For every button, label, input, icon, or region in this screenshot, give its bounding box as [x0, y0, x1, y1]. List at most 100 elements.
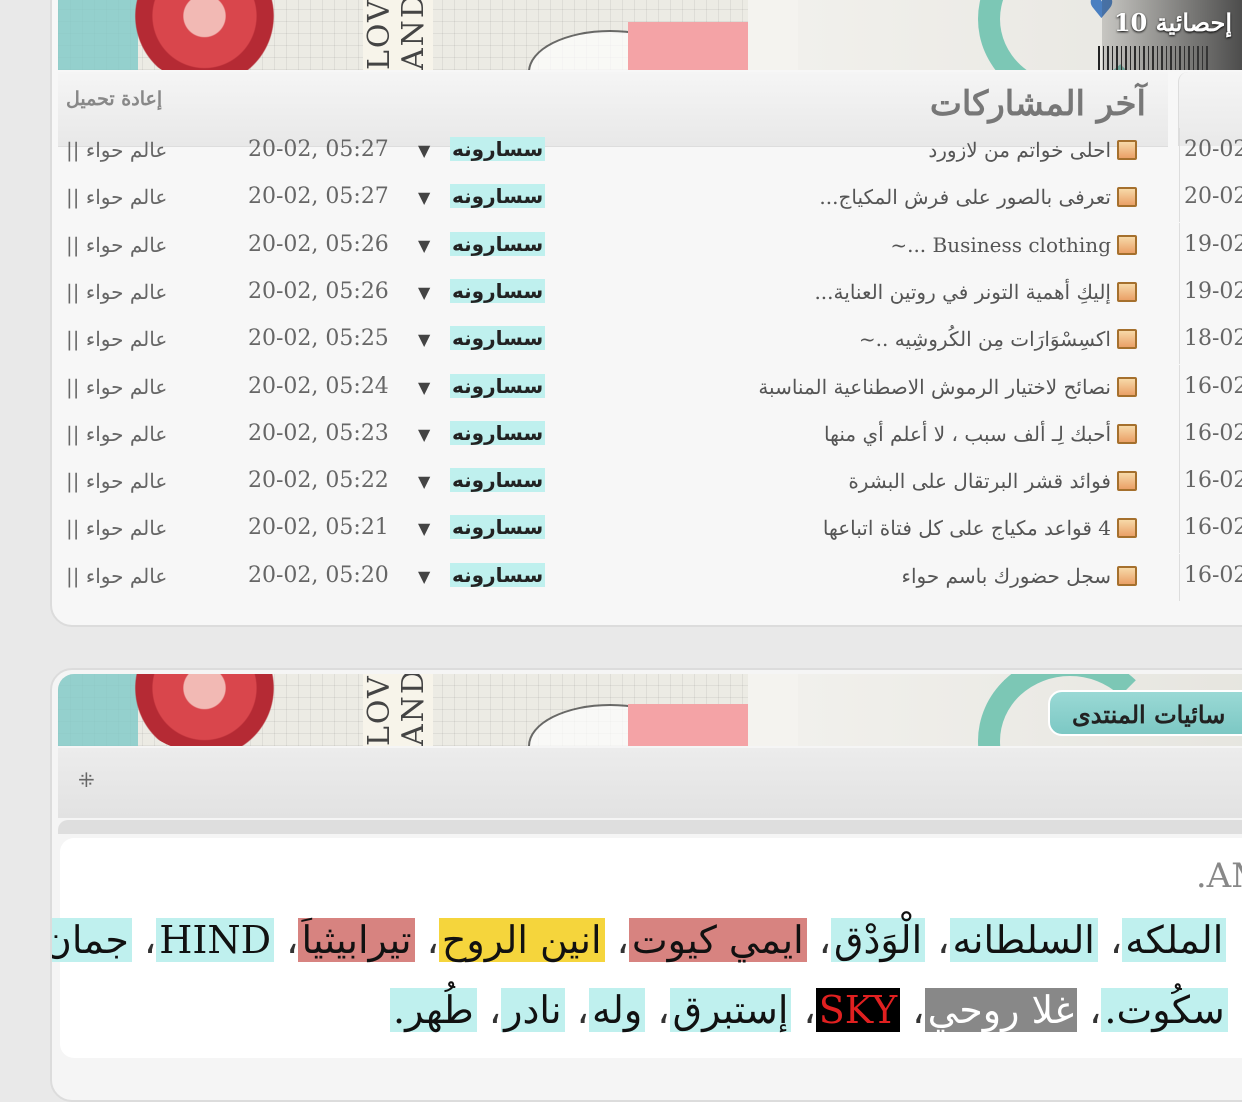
name-separator: ، — [1097, 918, 1123, 962]
stats-banner: LOVE AND سائيات المنتدى — [58, 674, 1242, 746]
forum-link[interactable]: || عالم حواء — [66, 317, 167, 361]
table-row: 19-02 إليكِ أهمية التونر في روتين العناية… — [52, 269, 1242, 317]
topic-title[interactable]: فوائد قشر البرتقال على البشرة — [848, 459, 1111, 503]
stats-divider — [58, 820, 1242, 834]
user-menu-arrow-icon[interactable]: ▼ — [418, 467, 430, 497]
topic-title[interactable]: احلى خواتم من لازورد — [928, 128, 1111, 172]
topic-link[interactable]: إليكِ أهمية التونر في روتين العناية... — [814, 270, 1137, 314]
topic-link[interactable]: احلى خواتم من لازورد — [928, 128, 1137, 172]
online-user-name[interactable]: طُهر. — [390, 988, 477, 1032]
name-separator: ، — [925, 918, 950, 962]
topic-link[interactable]: سجل حضورك باسم حواء — [902, 554, 1137, 598]
topic-title[interactable]: إليكِ أهمية التونر في روتين العناية... — [814, 270, 1111, 314]
username-link[interactable]: سسارونه — [450, 278, 546, 303]
online-user-name[interactable]: الملكه — [1122, 918, 1227, 962]
topic-icon — [1117, 376, 1137, 397]
username-link[interactable]: سسارونه — [450, 326, 546, 351]
online-user-name[interactable]: نادر — [501, 988, 565, 1032]
topic-link[interactable]: 4 قواعد مكياج على كل فتاة اتباعها — [823, 506, 1137, 550]
username-link[interactable]: سسارونه — [450, 184, 546, 209]
topic-link[interactable]: تعرفى بالصور على فرش المكياج... — [819, 175, 1137, 219]
post-date: 20-02 — [1179, 128, 1242, 175]
love-text-image: LOVE AND — [362, 674, 433, 746]
table-row: 19-02 Business clothing ...~ سسارونه ▼ 20-02… — [52, 222, 1242, 270]
post-date: 16-02 — [1179, 364, 1242, 412]
online-user-name[interactable]: إستبرق — [669, 988, 792, 1032]
page-title: آخر المشاركات — [929, 84, 1146, 124]
username-link[interactable]: سسارونه — [450, 515, 546, 540]
stats-count-label[interactable]: 10 إحصائية — [1114, 8, 1232, 37]
reload-button[interactable]: إعادة تحميل — [66, 88, 162, 110]
username-link[interactable]: سسارونه — [450, 420, 546, 445]
online-users-line-2: يدة، سكُوت.، غلا روحي، SKY، إستبرق، وله،… — [390, 988, 1242, 1032]
topic-icon — [1117, 423, 1137, 444]
online-user-name[interactable]: جمان — [52, 918, 132, 962]
topic-link[interactable]: Business clothing ...~ — [890, 223, 1137, 267]
post-date: 16-02 — [1179, 553, 1242, 601]
online-user-name[interactable]: انين الروح — [438, 918, 605, 962]
forum-link[interactable]: || عالم حواء — [66, 128, 167, 172]
forum-link[interactable]: || عالم حواء — [66, 412, 167, 456]
online-user-name[interactable]: وله — [588, 988, 646, 1032]
online-user-name[interactable]: تيرابيثياَ — [298, 918, 415, 962]
banner-teal-patch — [58, 0, 138, 70]
username-link[interactable]: سسارونه — [450, 373, 546, 398]
username-link[interactable]: سسارونه — [450, 468, 546, 493]
topic-icon — [1117, 187, 1137, 208]
user-menu-arrow-icon[interactable]: ▼ — [418, 420, 430, 450]
username-link[interactable]: سسارونه — [450, 231, 546, 256]
post-time: 20-02, 05:26 — [248, 231, 389, 257]
online-user-name[interactable]: HIND — [156, 918, 275, 962]
topic-title[interactable]: أحبك لِـ ألف سبب ، لا أعلم أي منها — [824, 412, 1111, 456]
grid-icon[interactable]: ⁜ — [78, 768, 95, 792]
am-label: .AM — [1195, 856, 1242, 896]
user-menu-arrow-icon[interactable]: ▼ — [418, 183, 430, 213]
online-user-name[interactable]: SKY — [815, 988, 901, 1032]
table-row: 16-02 4 قواعد مكياج على كل فتاة اتباعها سس… — [52, 506, 1242, 554]
username-link[interactable]: سسارونه — [450, 562, 546, 587]
topic-icon — [1117, 234, 1137, 255]
topic-link[interactable]: اكسِسْوَارَات مِن الكُروشِيه ..~ — [859, 317, 1137, 361]
online-user-name[interactable]: ايمي كيوت — [628, 918, 807, 962]
table-row: 20-02 احلى خواتم من لازورد سسارونه ▼ 20-02, … — [52, 128, 1242, 175]
forum-link[interactable]: || عالم حواء — [66, 223, 167, 267]
user-menu-arrow-icon[interactable]: ▼ — [418, 373, 430, 403]
post-date: 19-02 — [1179, 222, 1242, 270]
user-menu-arrow-icon[interactable]: ▼ — [418, 325, 430, 355]
forum-link[interactable]: || عالم حواء — [66, 270, 167, 314]
table-row: 16-02 سجل حضورك باسم حواء سسارونه ▼ 20-02, 0… — [52, 553, 1242, 601]
topic-link[interactable]: فوائد قشر البرتقال على البشرة — [848, 459, 1137, 503]
forum-link[interactable]: || عالم حواء — [66, 459, 167, 503]
topic-link[interactable]: أحبك لِـ ألف سبب ، لا أعلم أي منها — [824, 412, 1137, 456]
topic-title[interactable]: نصائح لاختيار الرموش الاصطناعية المناسبة — [758, 365, 1111, 409]
topic-link[interactable]: نصائح لاختيار الرموش الاصطناعية المناسبة — [758, 365, 1137, 409]
name-separator: ، — [645, 988, 670, 1032]
user-menu-arrow-icon[interactable]: ▼ — [418, 514, 430, 544]
online-user-name[interactable]: سكُوت. — [1101, 988, 1228, 1032]
name-separator: ، — [274, 918, 299, 962]
topic-title[interactable]: Business clothing ...~ — [890, 223, 1111, 267]
pink-patch — [628, 704, 748, 746]
user-menu-arrow-icon[interactable]: ▼ — [418, 136, 430, 166]
post-time: 20-02, 05:25 — [248, 326, 389, 352]
online-user-name[interactable]: غلا روحي — [924, 988, 1078, 1032]
user-menu-arrow-icon[interactable]: ▼ — [418, 231, 430, 261]
topic-title[interactable]: اكسِسْوَارَات مِن الكُروشِيه ..~ — [859, 317, 1111, 361]
topic-title[interactable]: سجل حضورك باسم حواء — [902, 554, 1111, 598]
name-separator: ، — [131, 918, 157, 962]
topic-title[interactable]: 4 قواعد مكياج على كل فتاة اتباعها — [823, 506, 1111, 550]
forum-link[interactable]: || عالم حواء — [66, 554, 167, 598]
post-time: 20-02, 05:27 — [248, 137, 389, 162]
username-link[interactable]: سسارونه — [450, 137, 546, 161]
table-row: 16-02 نصائح لاختيار الرموش الاصطناعية الم… — [52, 364, 1242, 412]
user-menu-arrow-icon[interactable]: ▼ — [418, 562, 430, 592]
forum-link[interactable]: || عالم حواء — [66, 365, 167, 409]
table-row: 18-02 اكسِسْوَارَات مِن الكُروشِيه ..~ سسا… — [52, 317, 1242, 365]
topic-title[interactable]: تعرفى بالصور على فرش المكياج... — [819, 175, 1111, 219]
post-date: 19-02 — [1179, 269, 1242, 317]
online-user-name[interactable]: الْوَدْق — [831, 918, 926, 962]
forum-link[interactable]: || عالم حواء — [66, 506, 167, 550]
forum-link[interactable]: || عالم حواء — [66, 175, 167, 219]
online-user-name[interactable]: السلطانه — [949, 918, 1098, 962]
user-menu-arrow-icon[interactable]: ▼ — [418, 278, 430, 308]
